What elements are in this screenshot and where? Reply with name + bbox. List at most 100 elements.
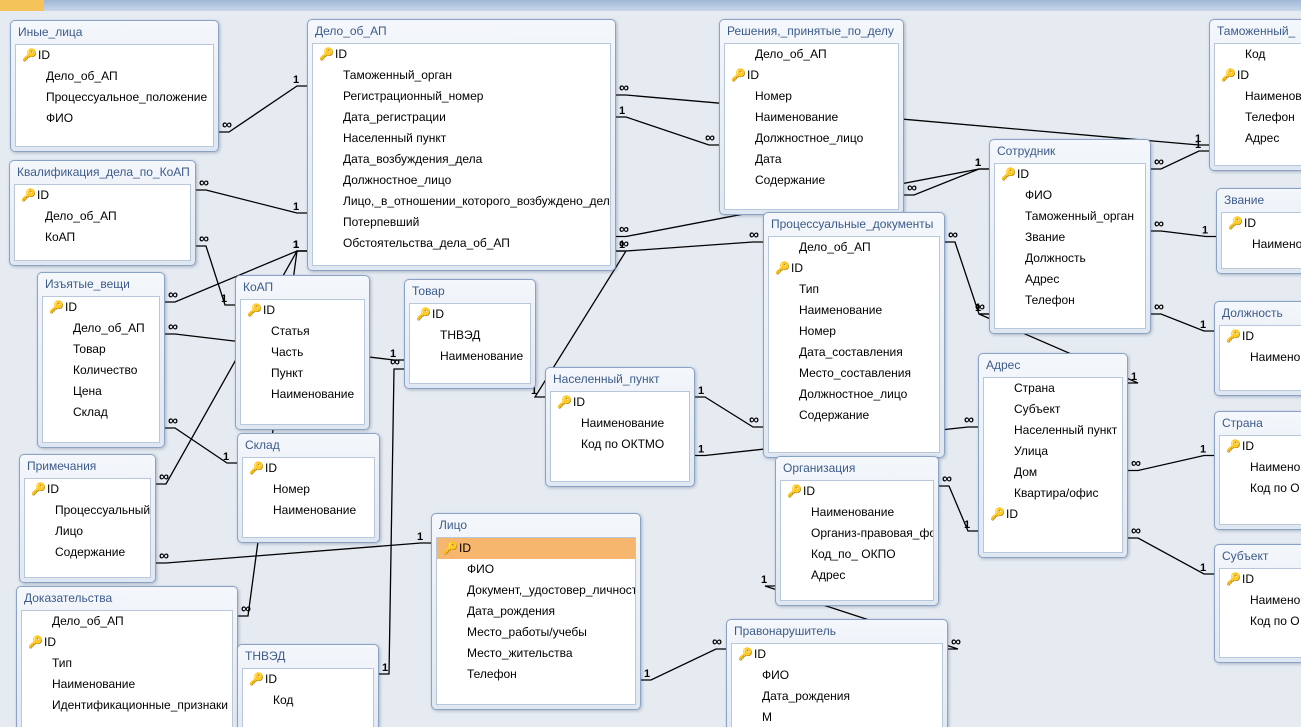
field-row[interactable]: 🔑 ID xyxy=(243,669,373,690)
field-list[interactable]: 🔑 ID ТНВЭД Наименование xyxy=(409,303,531,384)
field-list[interactable]: 🔑 ID Номер Наименование xyxy=(242,457,375,538)
table-protsessualnye-dokumenty[interactable]: Процессуальные_документы Дело_об_АП 🔑 ID Тип… xyxy=(763,212,945,458)
relationship-line[interactable] xyxy=(156,542,431,564)
relationship-line[interactable] xyxy=(379,368,404,675)
relationship-line[interactable] xyxy=(196,245,235,306)
table-title[interactable]: Звание xyxy=(1217,189,1301,211)
table-sklad[interactable]: Склад 🔑 ID Номер Наименование xyxy=(237,433,380,543)
field-row[interactable]: 🔑 ID xyxy=(437,538,635,559)
field-row[interactable]: Дело_об_АП xyxy=(769,237,939,258)
field-row[interactable]: Населенный пункт xyxy=(984,420,1122,441)
field-list[interactable]: 🔑 ID Наимено Код по О xyxy=(1219,435,1301,525)
table-adres[interactable]: Адрес Страна Субъект Населенный пункт Улица Д… xyxy=(978,353,1128,558)
field-row[interactable]: Код по ОКТМО xyxy=(551,434,689,455)
field-row[interactable]: Телефон xyxy=(995,290,1145,311)
relationship-line[interactable] xyxy=(616,241,763,252)
table-koap[interactable]: КоАП 🔑 ID Статья Часть Пункт Наименование xyxy=(235,275,370,430)
field-row[interactable]: Дата xyxy=(725,149,898,170)
field-row[interactable]: Содержание xyxy=(25,542,150,563)
field-row[interactable]: ФИО xyxy=(16,108,213,129)
field-row[interactable]: 🔑 ID xyxy=(781,481,933,502)
field-row[interactable]: 🔑 ID xyxy=(25,479,150,500)
field-list[interactable]: 🔑 ID Наимено Код по О xyxy=(1219,568,1301,658)
table-title[interactable]: Изъятые_вещи xyxy=(38,273,164,295)
table-title[interactable]: Товар xyxy=(405,280,535,302)
field-row[interactable]: 🔑 ID xyxy=(15,185,190,206)
field-row[interactable]: Наименование xyxy=(551,413,689,434)
table-title[interactable]: Доказательства xyxy=(17,587,237,609)
table-litso[interactable]: Лицо 🔑 ID ФИО Документ,_удостовер_личность Да… xyxy=(431,513,641,710)
field-row[interactable]: Наименование xyxy=(769,300,939,321)
field-row[interactable]: Квартира/офис xyxy=(984,483,1122,504)
field-row[interactable]: Населенный пункт xyxy=(313,128,610,149)
field-row[interactable]: Дело_об_АП xyxy=(43,318,159,339)
field-row[interactable]: Наименование xyxy=(725,107,898,128)
field-row[interactable]: Страна xyxy=(984,378,1122,399)
field-row[interactable]: Обстоятельства_дела_об_АП xyxy=(313,233,610,254)
relationship-line[interactable] xyxy=(219,85,307,133)
field-list[interactable]: 🔑 ID Код xyxy=(242,668,374,727)
field-row[interactable]: 🔑 ID xyxy=(313,44,610,65)
field-list[interactable]: Код 🔑 ID Наименов Телефон Адрес xyxy=(1214,43,1301,166)
field-row[interactable]: Номер xyxy=(725,86,898,107)
field-row[interactable]: Содержание xyxy=(725,170,898,191)
field-row[interactable]: Телефон xyxy=(1215,107,1301,128)
field-row[interactable]: Наименование xyxy=(22,674,232,695)
field-row[interactable]: Дата_составления xyxy=(769,342,939,363)
field-list[interactable]: 🔑 ID ФИО Дата_рождения М xyxy=(731,643,943,727)
field-row[interactable]: Место_работы/учебы xyxy=(437,622,635,643)
field-list[interactable]: 🔑 ID Дело_об_АП Товар Количество Цена Склад xyxy=(42,296,160,443)
table-title[interactable]: Населенный_пункт xyxy=(546,368,694,390)
field-row[interactable]: Адрес xyxy=(1215,128,1301,149)
field-row[interactable]: М xyxy=(732,707,942,727)
field-list[interactable]: 🔑 ID Дело_об_АП Процессуальное_положение ФИО xyxy=(15,44,214,147)
field-row[interactable]: Должностное_лицо xyxy=(313,170,610,191)
field-row[interactable]: Часть xyxy=(241,342,364,363)
field-row[interactable]: Место_составления xyxy=(769,363,939,384)
table-organizatsiya[interactable]: Организация 🔑 ID Наименование Организ-правов… xyxy=(775,456,939,606)
field-row[interactable]: Код xyxy=(1215,44,1301,65)
field-row[interactable]: ФИО xyxy=(437,559,635,580)
table-title[interactable]: Иные_лица xyxy=(11,21,218,43)
table-title[interactable]: Сотрудник xyxy=(990,140,1150,162)
field-row[interactable]: КоАП xyxy=(15,227,190,248)
field-row[interactable]: Организ-правовая_фо xyxy=(781,523,933,544)
field-list[interactable]: 🔑 ID Дело_об_АП КоАП xyxy=(14,184,191,261)
field-row[interactable]: Дом xyxy=(984,462,1122,483)
field-list[interactable]: 🔑 ID Таможенный_орган Регистрационный_номер… xyxy=(312,43,611,266)
relationship-line[interactable] xyxy=(939,485,978,532)
field-row[interactable]: Процессуальное_положение xyxy=(16,87,213,108)
relationship-line[interactable] xyxy=(616,116,719,146)
field-list[interactable]: 🔑 ID ФИО Документ,_удостовер_личность Дата_р… xyxy=(436,537,636,705)
field-row[interactable]: Должность xyxy=(995,248,1145,269)
field-row[interactable]: Должностное_лицо xyxy=(725,128,898,149)
table-title[interactable]: КоАП xyxy=(236,276,369,298)
field-row[interactable]: Склад xyxy=(43,402,159,423)
field-row[interactable]: Субъект xyxy=(984,399,1122,420)
field-list[interactable]: 🔑 ID ФИО Таможенный_орган Звание Должность Адр… xyxy=(994,163,1146,329)
field-list[interactable]: 🔑 ID Наимено xyxy=(1221,212,1301,269)
field-row[interactable]: Код xyxy=(243,690,373,711)
field-row[interactable]: 🔑 ID xyxy=(241,300,364,321)
table-title[interactable]: Адрес xyxy=(979,354,1127,376)
field-row[interactable]: Адрес xyxy=(781,565,933,586)
table-tamozhennyi[interactable]: Таможенный_ Код 🔑 ID Наименов Телефон Адрес xyxy=(1209,19,1301,171)
field-list[interactable]: Дело_об_АП 🔑 ID Номер Наименование Должностно… xyxy=(724,43,899,210)
table-kvalifikatsiya[interactable]: Квалификация_дела_по_КоАП 🔑 ID Дело_об_АП Ко… xyxy=(9,160,196,266)
field-row[interactable]: Содержание xyxy=(769,405,939,426)
field-row[interactable]: 🔑 ID xyxy=(1222,213,1301,234)
field-row[interactable]: Наименов xyxy=(1215,86,1301,107)
field-row[interactable]: Адрес xyxy=(995,269,1145,290)
field-list[interactable]: 🔑 ID Статья Часть Пункт Наименование xyxy=(240,299,365,425)
field-row[interactable]: 🔑 ID xyxy=(1220,326,1301,347)
table-title[interactable]: Должность xyxy=(1215,302,1301,324)
field-row[interactable]: Наименование xyxy=(243,500,374,521)
table-primechaniya[interactable]: Примечания 🔑 ID Процессуальный Лицо Содержани… xyxy=(19,454,156,583)
field-row[interactable]: 🔑 ID xyxy=(410,304,530,325)
field-row[interactable]: Код по О xyxy=(1220,478,1301,499)
relationship-line[interactable] xyxy=(641,648,726,681)
field-row[interactable]: ФИО xyxy=(995,185,1145,206)
field-row[interactable]: Дело_об_АП xyxy=(725,44,898,65)
table-dolzhnost[interactable]: Должность 🔑 ID Наимено xyxy=(1214,301,1301,396)
table-strana[interactable]: Страна 🔑 ID Наимено Код по О xyxy=(1214,411,1301,530)
